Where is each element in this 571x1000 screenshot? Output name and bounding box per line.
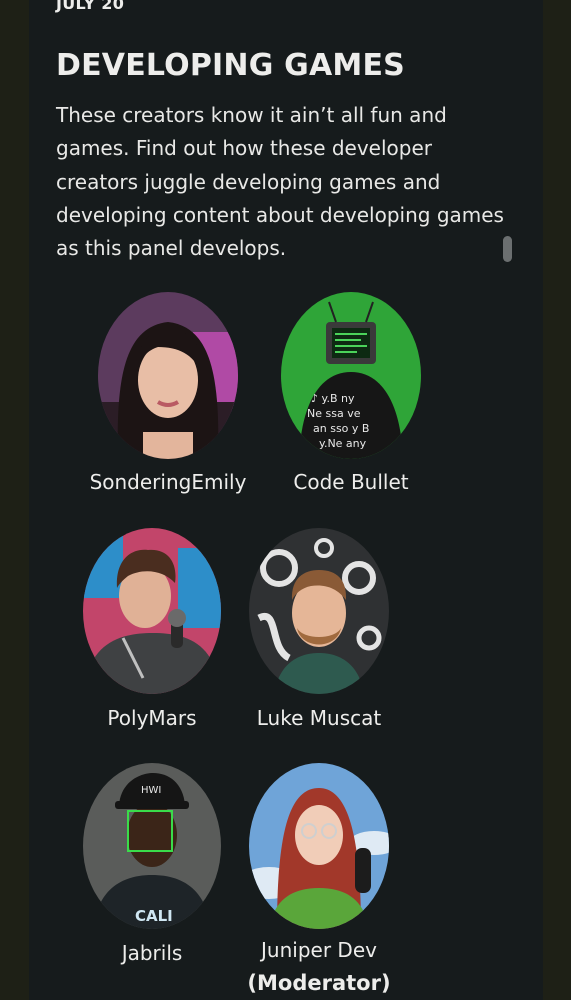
svg-text:Ne ssa ve: Ne ssa ve <box>307 407 361 420</box>
panelist-name: Luke Muscat <box>256 706 382 730</box>
svg-text:HWI: HWI <box>141 785 161 796</box>
event-date: JULY 20 <box>56 0 125 13</box>
scrollbar-thumb[interactable] <box>503 236 512 262</box>
avatar-image <box>83 528 221 694</box>
event-panel: JULY 20 DEVELOPING GAMES These creators … <box>29 0 543 1000</box>
right-margin <box>543 0 571 1000</box>
panelist-avatar <box>249 528 389 694</box>
svg-text:CALI: CALI <box>135 907 173 925</box>
avatar-image: ♪ y.B ny Ne ssa ve an sso y B y.Ne any <box>281 292 421 459</box>
panelist-avatar <box>249 763 389 929</box>
avatar-image: CALI HWI <box>83 763 221 929</box>
svg-text:♪ y.B ny: ♪ y.B ny <box>311 392 355 405</box>
event-title: DEVELOPING GAMES <box>56 48 405 83</box>
panelist-name: Code Bullet <box>293 470 409 494</box>
left-margin <box>0 0 29 1000</box>
avatar-image <box>98 292 238 459</box>
panelist-role: (Moderator) <box>247 971 391 995</box>
avatar-image <box>249 528 389 694</box>
panelist-avatar <box>83 528 221 694</box>
panelist-avatar: CALI HWI <box>83 763 221 929</box>
svg-text:y.Ne any: y.Ne any <box>319 437 367 450</box>
avatar-image <box>249 763 389 929</box>
panelist-name: Juniper Dev <box>261 938 377 962</box>
svg-text:an sso y B: an sso y B <box>313 422 369 435</box>
event-description: These creators know it ain’t all fun and… <box>56 103 504 261</box>
panelist-avatar: ♪ y.B ny Ne ssa ve an sso y B y.Ne any <box>281 292 421 459</box>
panelist-avatar <box>98 292 238 459</box>
panelist-name: SonderingEmily <box>89 470 247 494</box>
